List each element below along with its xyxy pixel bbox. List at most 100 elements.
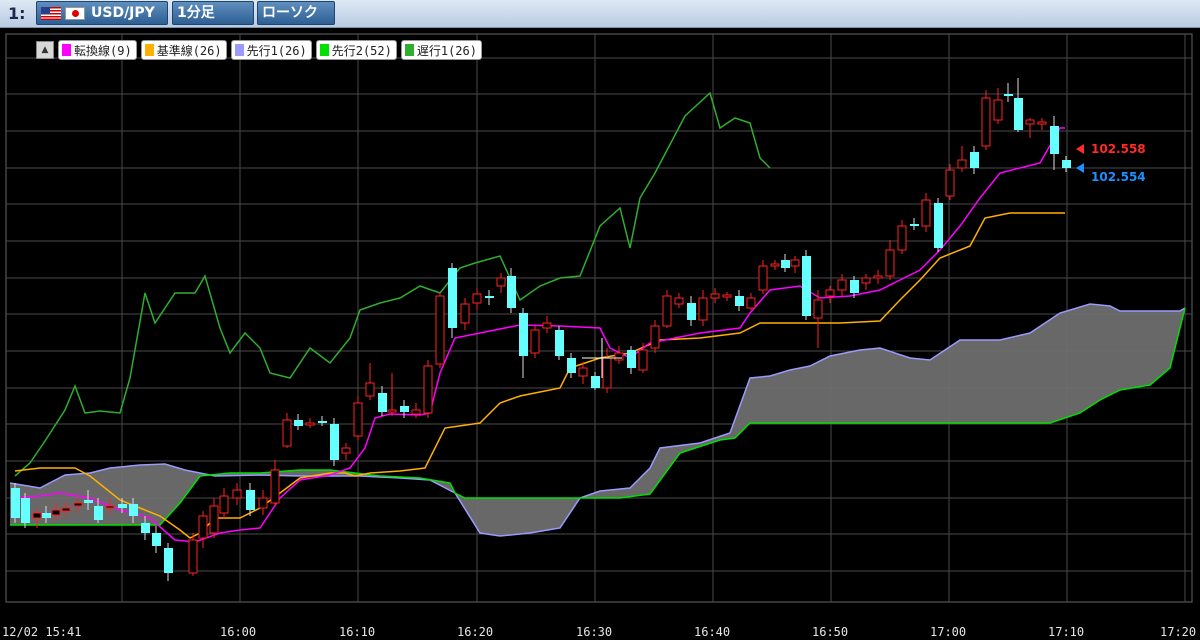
candle-body [614, 352, 624, 361]
bullish-candle [209, 498, 219, 538]
price-chart[interactable]: ▲ 転換線(9) 基準線(26) 先行1(26) 先行2(52) 遅行1(26)… [0, 28, 1200, 640]
candle-body [294, 420, 303, 426]
candle-body [578, 367, 588, 377]
bullish-candle [258, 490, 268, 515]
bullish-candle [282, 413, 292, 448]
bullish-candle [861, 274, 871, 290]
candle-body [1050, 126, 1059, 154]
candle-body [232, 489, 242, 499]
candle-body [687, 303, 696, 320]
candle-body [1062, 160, 1071, 168]
bullish-candle [957, 146, 967, 172]
bullish-candle [837, 274, 847, 296]
candle-body [519, 313, 528, 356]
bullish-candle [614, 346, 624, 364]
candle-body [423, 365, 433, 414]
bullish-candle [638, 343, 648, 373]
candle-body [209, 505, 219, 534]
bid-price-arrow-icon [1076, 163, 1084, 173]
bearish-candle [910, 218, 919, 230]
bullish-candle [746, 293, 756, 310]
currency-pair-selector[interactable]: USD/JPY [36, 1, 168, 25]
candle-body [42, 513, 51, 518]
time-label: 16:50 [812, 625, 849, 639]
bullish-candle [897, 220, 907, 254]
bullish-candle [353, 396, 363, 440]
time-label: 16:00 [220, 625, 257, 639]
candle-body [51, 509, 61, 516]
legend-label: 転換線(9) [74, 43, 132, 58]
legend-item-senkou2[interactable]: 先行2(52) [315, 40, 397, 60]
candle-body [662, 295, 672, 327]
bearish-candle [519, 308, 528, 378]
bearish-candle [294, 414, 303, 430]
candle-body [460, 303, 470, 324]
legend-item-kijun[interactable]: 基準線(26) [140, 40, 227, 60]
candle-body [353, 402, 363, 437]
candle-body [61, 507, 71, 512]
candle-body [105, 505, 115, 509]
bullish-candle [770, 260, 780, 270]
bullish-candle [1037, 118, 1047, 130]
bullish-candle [698, 290, 708, 326]
candle-body [198, 515, 208, 539]
bearish-candle [567, 353, 576, 378]
bearish-candle [1062, 156, 1071, 172]
candle-body [94, 506, 103, 520]
chart-toolbar: 1: USD/JPY 1分足 ローソク [0, 0, 1200, 28]
legend-collapse-icon[interactable]: ▲ [36, 41, 54, 59]
candle-body [674, 297, 684, 305]
bearish-candle [970, 146, 979, 174]
bullish-candle [270, 460, 280, 506]
chart-index: 1: [8, 4, 26, 23]
ask-price-label: 102.558 [1091, 142, 1146, 156]
candle-body [802, 256, 811, 316]
candle-body [118, 504, 127, 508]
bearish-candle [934, 198, 943, 252]
candle-body [885, 249, 895, 277]
legend-item-tenkan[interactable]: 転換線(9) [58, 40, 137, 60]
bullish-candle [945, 164, 955, 200]
candle-body [448, 268, 457, 328]
candle-body [1037, 121, 1047, 125]
candle-body [591, 376, 600, 388]
chart-canvas[interactable] [0, 28, 1200, 640]
candle-body [1014, 98, 1023, 130]
candle-body [318, 421, 327, 423]
bearish-candle [330, 418, 339, 466]
indicator-legend: ▲ 転換線(9) 基準線(26) 先行1(26) 先行2(52) 遅行1(26) [36, 40, 482, 60]
candle-body [485, 296, 494, 298]
candle-body [129, 504, 138, 516]
candle-body [861, 277, 871, 284]
timeframe-selector[interactable]: 1分足 [172, 1, 254, 25]
candle-body [698, 297, 708, 321]
candle-body [330, 424, 339, 460]
candle-body [837, 279, 847, 291]
bullish-candle [602, 348, 612, 393]
candle-body [813, 299, 823, 319]
bearish-candle [378, 386, 387, 416]
bearish-candle [802, 250, 811, 320]
legend-item-senkou1[interactable]: 先行1(26) [230, 40, 312, 60]
bearish-candle [555, 326, 564, 360]
candle-body [21, 498, 30, 523]
bullish-candle [472, 288, 482, 310]
candle-body [141, 523, 150, 533]
candle-body [341, 447, 351, 454]
legend-item-chikou[interactable]: 遅行1(26) [400, 40, 482, 60]
time-label: 17:10 [1048, 625, 1085, 639]
candle-body [530, 329, 540, 354]
kumo-area [10, 304, 1185, 536]
bid-price-label: 102.554 [1091, 170, 1146, 184]
bearish-candle [164, 543, 173, 581]
legend-label: 先行2(52) [331, 43, 392, 58]
bullish-candle [365, 363, 375, 400]
bearish-candle [1004, 83, 1013, 102]
time-label: 16:10 [339, 625, 376, 639]
bullish-candle [758, 260, 768, 294]
legend-swatch [319, 44, 329, 56]
bullish-candle [722, 292, 732, 301]
chart-type-selector[interactable]: ローソク [257, 1, 335, 25]
candle-body [1025, 119, 1035, 125]
candle-body [746, 297, 756, 309]
